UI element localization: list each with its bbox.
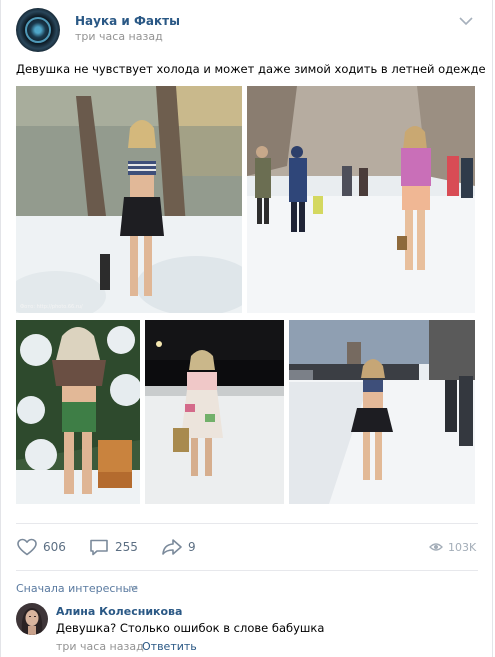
post-text: Девушка не чувствует холода и может даже…	[16, 62, 486, 76]
comments-divider	[16, 570, 478, 571]
shares-count: 9	[188, 540, 196, 554]
chevron-down-icon[interactable]	[459, 16, 473, 26]
actions-divider	[16, 523, 478, 524]
post-photo-2[interactable]	[247, 86, 475, 313]
post-photo-4[interactable]	[145, 320, 284, 504]
post-photo-3[interactable]	[16, 320, 140, 504]
comment-text: Девушка? Столько ошибок в слове бабушка	[56, 621, 325, 635]
like-button[interactable]: 606	[16, 537, 66, 557]
eye-icon	[429, 543, 443, 551]
post-timestamp[interactable]: три часа назад	[75, 30, 163, 43]
wall-post: Наука и Факты три часа назад Девушка не …	[0, 0, 493, 657]
comment-button[interactable]: 255	[88, 537, 138, 557]
comments-count: 255	[115, 540, 138, 554]
comment-icon	[90, 539, 108, 556]
chevron-down-icon[interactable]	[130, 585, 138, 591]
views-counter: 103K	[429, 537, 476, 557]
likes-count: 606	[43, 540, 66, 554]
share-button[interactable]: 9	[161, 537, 196, 557]
group-avatar[interactable]	[16, 8, 60, 52]
heart-icon	[17, 538, 37, 556]
share-icon	[162, 539, 182, 555]
group-name-link[interactable]: Наука и Факты	[75, 14, 180, 28]
post-photo-1[interactable]: Фото: http://photo.66.ru/	[16, 86, 242, 313]
views-count: 103K	[448, 540, 477, 554]
comments-sort-dropdown[interactable]: Сначала интересные	[16, 582, 138, 595]
commenter-avatar[interactable]	[16, 603, 48, 635]
post-photo-5[interactable]	[289, 320, 475, 504]
photo-watermark: Фото: http://photo.66.ru/	[20, 304, 83, 310]
comment-timestamp[interactable]: три часа назад	[56, 640, 144, 653]
comment-author-link[interactable]: Алина Колесникова	[56, 605, 182, 618]
reply-button[interactable]: Ответить	[142, 640, 197, 653]
